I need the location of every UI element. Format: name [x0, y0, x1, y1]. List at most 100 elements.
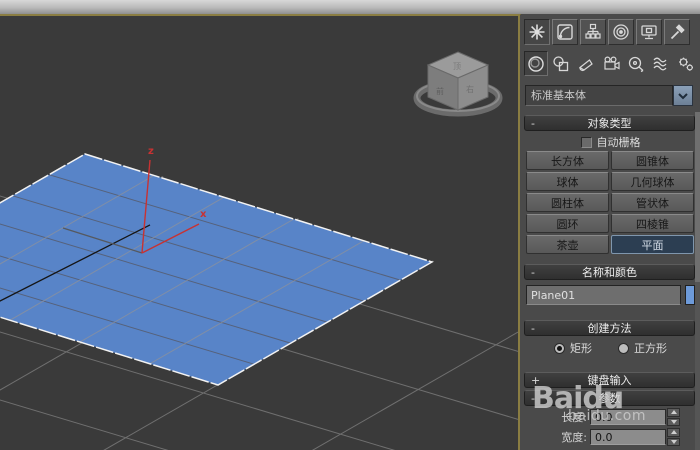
rollout-name-color[interactable]: - 名称和颜色: [524, 264, 695, 280]
button-box[interactable]: 长方体: [526, 151, 609, 170]
spinner-up[interactable]: [667, 428, 680, 437]
autogrid-checkbox[interactable]: [580, 136, 592, 148]
motion-icon: [613, 24, 629, 40]
autogrid-row: 自动栅格: [521, 134, 700, 150]
category-systems[interactable]: [674, 51, 698, 76]
plane-object[interactable]: [0, 154, 432, 385]
collapse-icon[interactable]: -: [531, 116, 535, 131]
button-torus[interactable]: 圆环: [526, 214, 609, 233]
width-field[interactable]: 0.0: [590, 429, 666, 445]
geometry-icon: [528, 55, 544, 72]
button-cylinder[interactable]: 圆柱体: [526, 193, 609, 212]
name-color-row: [526, 285, 695, 305]
hierarchy-icon: [585, 23, 601, 39]
length-spinner[interactable]: [667, 408, 680, 426]
spinner-up[interactable]: [667, 408, 680, 417]
button-geosphere[interactable]: 几何球体: [611, 172, 694, 191]
button-teapot[interactable]: 茶壶: [526, 235, 609, 254]
radio-square[interactable]: 正方形: [618, 340, 667, 356]
svg-text:前: 前: [436, 86, 444, 96]
tab-utilities[interactable]: [664, 19, 690, 45]
radio-dot: [554, 342, 565, 354]
rollout-object-type[interactable]: - 对象类型: [524, 115, 695, 131]
category-space-warps[interactable]: [649, 51, 673, 76]
length-field[interactable]: 0.0: [590, 409, 666, 425]
autogrid-label: 自动栅格: [596, 136, 641, 149]
command-panel: 标准基本体 - 对象类型 自动栅格 长方体 圆锥体 球体 几何球体 圆柱体 管状…: [521, 14, 700, 450]
category-shapes[interactable]: [549, 51, 573, 76]
tab-create[interactable]: [524, 19, 550, 45]
display-icon: [641, 25, 657, 40]
modify-icon: [557, 24, 573, 40]
triangle-down-icon: [670, 419, 677, 424]
rollout-creation-method[interactable]: - 创建方法: [524, 320, 695, 336]
rollout-title: 名称和颜色: [582, 266, 637, 279]
button-cone[interactable]: 圆锥体: [611, 151, 694, 170]
collapse-icon[interactable]: -: [531, 391, 535, 406]
length-row: 长度: 0.0: [521, 408, 700, 426]
axis-label-x: x: [200, 209, 207, 220]
cameras-icon: [604, 55, 620, 70]
svg-text:右: 右: [466, 84, 474, 94]
tab-hierarchy[interactable]: [580, 19, 606, 45]
button-plane[interactable]: 平面: [611, 235, 694, 254]
creation-method-options: 矩形 正方形: [521, 340, 700, 356]
utilities-icon: [670, 24, 685, 40]
panel-scrollbar[interactable]: [695, 112, 700, 450]
object-category-row: [524, 51, 698, 77]
rollout-title: 创建方法: [587, 322, 632, 335]
button-tube[interactable]: 管状体: [611, 193, 694, 212]
category-geometry[interactable]: [524, 51, 548, 76]
spinner-down[interactable]: [667, 437, 680, 446]
tab-display[interactable]: [636, 19, 662, 45]
svg-text:顶: 顶: [453, 62, 461, 71]
spinner-down[interactable]: [667, 417, 680, 426]
category-lights[interactable]: [574, 51, 598, 76]
width-label: 宽度:: [561, 431, 587, 444]
space-warps-icon: [653, 57, 667, 70]
tab-motion[interactable]: [608, 19, 634, 45]
scrollbar-thumb[interactable]: [695, 112, 700, 282]
triangle-up-icon: [670, 430, 677, 435]
shapes-icon: [553, 55, 569, 71]
rollout-title: 键盘输入: [587, 374, 632, 387]
length-label: 长度:: [561, 411, 587, 424]
primitive-type-dropdown[interactable]: 标准基本体: [525, 85, 693, 106]
lights-icon: [578, 58, 593, 71]
collapse-icon[interactable]: -: [531, 265, 535, 280]
width-row: 宽度: 0.0: [521, 428, 700, 446]
object-color-swatch[interactable]: [685, 285, 695, 305]
rollout-title: 参数: [598, 392, 621, 405]
systems-icon: [679, 57, 693, 71]
rollout-parameters[interactable]: - 参数: [524, 390, 695, 406]
collapse-icon[interactable]: -: [531, 321, 535, 336]
category-cameras[interactable]: [599, 51, 623, 76]
rollout-keyboard-entry[interactable]: + 键盘输入: [524, 372, 695, 388]
dropdown-value: 标准基本体: [525, 85, 673, 106]
width-spinner[interactable]: [667, 428, 680, 446]
perspective-viewport[interactable]: z x 前 右 顶: [0, 14, 520, 450]
helpers-icon: [628, 56, 644, 72]
button-sphere[interactable]: 球体: [526, 172, 609, 191]
primitive-buttons: 长方体 圆锥体 球体 几何球体 圆柱体 管状体 圆环 四棱锥 茶壶 平面: [526, 151, 695, 254]
dropdown-button[interactable]: [673, 85, 693, 106]
triangle-down-icon: [670, 439, 677, 444]
button-pyramid[interactable]: 四棱锥: [611, 214, 694, 233]
tab-modify[interactable]: [552, 19, 578, 45]
radio-rectangle[interactable]: 矩形: [554, 340, 592, 356]
main-toolbar-strip: [0, 0, 700, 15]
category-helpers[interactable]: [624, 51, 648, 76]
create-icon: [529, 24, 545, 40]
command-panel-tabs: [524, 19, 690, 47]
axis-label-z: z: [148, 146, 154, 157]
chevron-down-icon: [678, 92, 688, 99]
triangle-up-icon: [670, 410, 677, 415]
viewport-canvas: z x 前 右 顶: [0, 51, 518, 450]
rollout-title: 对象类型: [587, 117, 632, 130]
radio-label: 矩形: [570, 342, 592, 355]
radio-dot: [618, 342, 629, 354]
object-name-input[interactable]: [526, 285, 681, 305]
collapse-icon[interactable]: +: [531, 373, 540, 388]
radio-label: 正方形: [634, 342, 667, 355]
view-cube[interactable]: 前 右 顶: [413, 51, 503, 117]
